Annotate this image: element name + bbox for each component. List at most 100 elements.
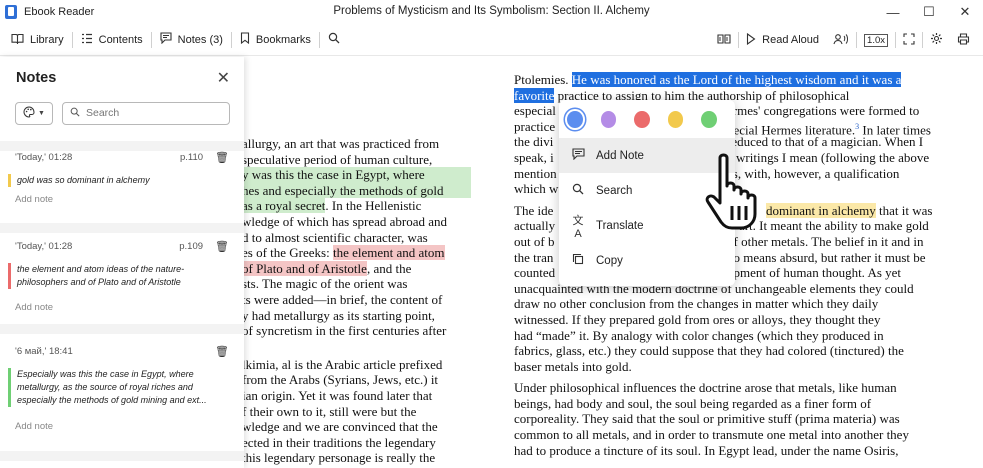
selected-text[interactable]: favorite [514, 87, 555, 103]
trash-icon[interactable]: 🗑 [215, 240, 229, 253]
text-line: wledge and we are convinced that the [242, 419, 438, 435]
copy-icon [570, 253, 586, 268]
highlight-color-picker [559, 100, 735, 138]
close-window-button[interactable]: ✕ [947, 0, 983, 24]
maximize-button[interactable]: ☐ [911, 0, 947, 24]
voice-icon [833, 33, 849, 48]
highlighted-text[interactable]: dominant in alchemy [766, 202, 876, 218]
text-fragment: the tran [514, 249, 554, 265]
text-fragment: . In the Hellenistic [325, 198, 422, 214]
play-icon [746, 32, 756, 48]
bookmarks-button[interactable]: Bookmarks [232, 24, 319, 56]
text-fragment: opment of human thought. As yet [727, 265, 902, 281]
translate-icon: 文A [572, 214, 584, 240]
title-bar: Ebook Reader Problems of Mysticism and I… [0, 0, 983, 24]
search-icon [328, 32, 340, 47]
search-icon [570, 183, 586, 198]
text-line: d to almost scientific character, was [242, 229, 428, 245]
text-fragment: actually [514, 218, 556, 234]
color-filter-dropdown[interactable]: ▼ [15, 101, 53, 125]
notes-panel-title: Notes [16, 70, 57, 86]
text-line: ian origin. Yet it was found later that [242, 387, 433, 403]
highlighted-text[interactable]: of Plato and of Aristotle [242, 260, 367, 276]
print-button[interactable] [950, 24, 977, 56]
add-note-field[interactable]: Add note [15, 302, 229, 320]
text-line: common to all metals, and in order to tr… [514, 427, 909, 443]
text-line: ts were added—in brief, the content of [242, 291, 443, 307]
text-fragment: ermes' congregations were formed to [727, 103, 920, 119]
minimize-button[interactable]: — [875, 0, 911, 24]
text-line: wledge of which has spread abroad and [242, 213, 448, 229]
trash-icon[interactable]: 🗑 [215, 345, 229, 358]
contents-button[interactable]: Contents [73, 24, 151, 56]
note-highlight-text[interactable]: Especially was this the case in Egypt, w… [8, 368, 229, 407]
color-swatch-blue[interactable] [567, 110, 583, 128]
selected-text[interactable]: He was honored as the Lord of the highes… [571, 72, 902, 87]
palette-icon [23, 105, 35, 121]
chevron-down-icon: ▼ [38, 109, 45, 117]
text-line: of Plato and of Aristotle, and the [242, 260, 471, 277]
fullscreen-button[interactable] [896, 24, 922, 56]
text-fragment: Ptolemies. [514, 72, 572, 87]
notes-search-field[interactable] [62, 101, 230, 125]
text-line: Under philosophical influences the doctr… [514, 380, 897, 396]
text-line: ected in their traditions the legendary [242, 434, 436, 450]
add-note-field[interactable]: Add note [15, 421, 229, 439]
text-line: had to produce a tincture of its soul. I… [514, 442, 899, 458]
text-fragment: The ide [514, 202, 554, 218]
read-aloud-button[interactable]: Read Aloud [739, 24, 826, 56]
speed-value: 1.0x [864, 33, 888, 47]
note-item[interactable]: 'Today,' 01:28 p.109 🗑 the element and at… [0, 239, 244, 320]
color-swatch-yellow[interactable] [667, 110, 684, 128]
note-timestamp: 'Today,' 01:28 [15, 240, 73, 252]
book-open-icon [11, 33, 24, 47]
notes-panel: Notes ✕ ▼ 'Today,' 01:28 p.110 🗑 gold was… [0, 57, 244, 468]
text-line: this legendary personage is really the [242, 450, 436, 466]
color-swatch-purple[interactable] [600, 110, 617, 128]
notes-search-input[interactable] [86, 107, 216, 119]
text-fragment: out of b [514, 233, 555, 249]
note-page-ref[interactable]: p.110 [180, 152, 203, 163]
printer-icon [957, 32, 970, 48]
text-line: from the Arabs (Syrians, Jews, etc.) it [242, 372, 439, 388]
color-swatch-red[interactable] [634, 110, 650, 128]
text-fragment: In later times [859, 122, 931, 138]
notes-button[interactable]: Notes (3) [152, 24, 231, 56]
add-note-field[interactable]: Add note [15, 194, 229, 212]
color-swatch-green[interactable] [701, 110, 717, 128]
note-page-ref[interactable]: p.109 [179, 241, 203, 252]
text-fragment: mention [514, 165, 557, 181]
section-divider [0, 223, 244, 233]
speed-button[interactable]: 1.0x [857, 24, 895, 56]
bookmark-icon [240, 32, 250, 47]
highlighted-text[interactable]: the element and atom [332, 245, 445, 261]
library-button[interactable]: Library [0, 24, 72, 56]
section-divider [0, 324, 244, 334]
note-highlight-text[interactable]: the element and atom ideas of the nature… [8, 263, 229, 289]
trash-icon[interactable]: 🗑 [215, 151, 229, 164]
book-layout-icon [717, 33, 731, 48]
highlighted-text[interactable]: y was this the case in Egypt, where [242, 167, 471, 183]
close-icon[interactable]: ✕ [217, 68, 230, 88]
text-fragment: that it was [875, 202, 933, 218]
note-icon [160, 32, 172, 47]
app-logo-icon [5, 5, 17, 19]
note-icon [570, 148, 586, 163]
text-fragment: especial [514, 103, 556, 119]
voice-button[interactable] [826, 24, 856, 56]
highlighted-text[interactable]: hes and especially the methods of gold [242, 182, 471, 199]
highlighted-text[interactable]: as a royal secret [242, 198, 326, 214]
note-item[interactable]: '6 май,' 18:41 🗑 Especially was this the… [0, 344, 244, 439]
layout-button[interactable] [710, 24, 738, 56]
note-highlight-text[interactable]: gold was so dominant in alchemy [8, 174, 229, 187]
text-line: baser metals into gold. [514, 358, 632, 374]
list-icon [81, 33, 93, 47]
text-line: lkimia, al is the Arabic article prefixe… [242, 356, 443, 372]
menu-copy[interactable]: Copy [559, 243, 735, 278]
text-fragment: , and the [366, 260, 412, 276]
settings-button[interactable] [923, 24, 950, 56]
text-line: of syncretism in the first centuries aft… [242, 323, 447, 339]
search-button[interactable] [320, 24, 348, 56]
note-item[interactable]: 'Today,' 01:28 p.110 🗑 gold was so domina… [0, 150, 244, 212]
fullscreen-icon [903, 32, 915, 48]
